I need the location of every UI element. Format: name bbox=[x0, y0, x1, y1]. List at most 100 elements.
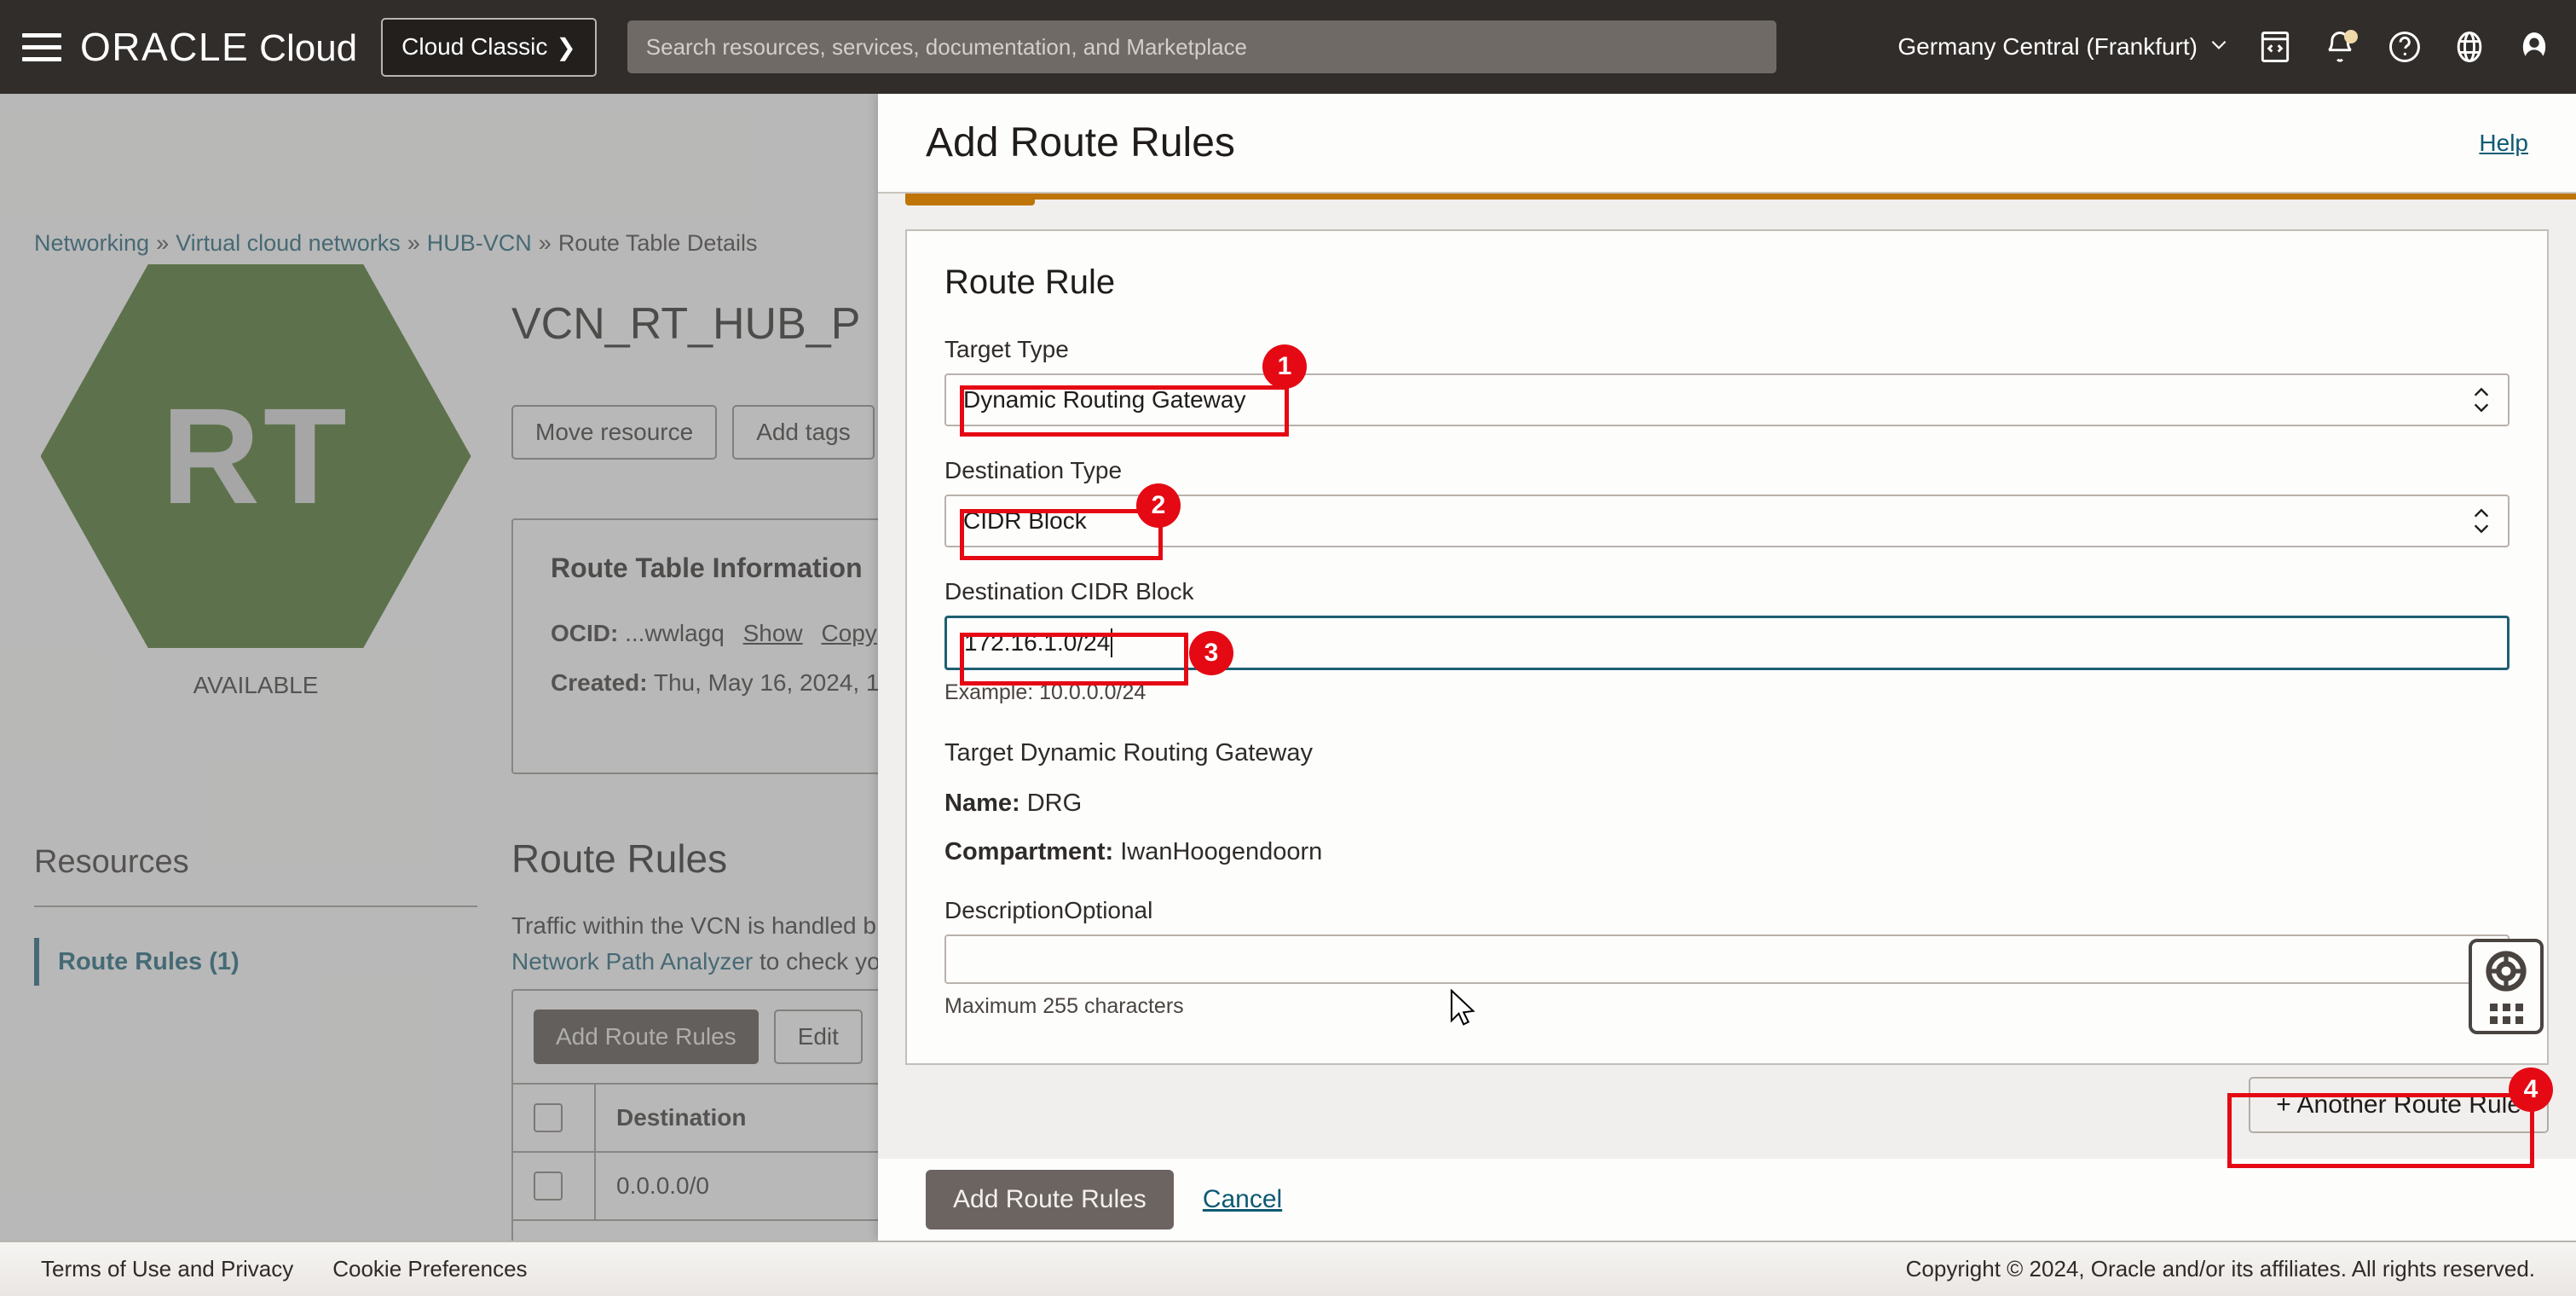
panel-footer: Add Route Rules Cancel bbox=[878, 1159, 2576, 1241]
tab-underline bbox=[905, 194, 2576, 200]
add-route-rules-panel: Add Route Rules Help Route Rule Target T… bbox=[878, 94, 2576, 1241]
description-textarea[interactable] bbox=[944, 934, 2510, 984]
created-value: Thu, May 16, 2024, 1 bbox=[654, 669, 880, 696]
network-path-analyzer-link[interactable]: Network Path Analyzer bbox=[511, 948, 753, 975]
target-type-select[interactable]: Dynamic Routing Gateway bbox=[944, 373, 2510, 426]
target-name-label: Name: bbox=[944, 790, 1020, 817]
target-compartment-label: Compartment: bbox=[944, 838, 1113, 865]
target-compartment-value: IwanHoogendoorn bbox=[1120, 838, 1322, 865]
active-tab-indicator bbox=[905, 194, 1035, 205]
submit-add-route-rules-button[interactable]: Add Route Rules bbox=[926, 1170, 1174, 1229]
another-route-rule-button[interactable]: + Another Route Rule bbox=[2249, 1077, 2549, 1133]
description-helper: Maximum 255 characters bbox=[944, 994, 2510, 1019]
target-type-label: Target Type bbox=[944, 336, 2510, 363]
created-label: Created: bbox=[551, 669, 648, 696]
resources-heading: Resources bbox=[34, 844, 189, 881]
route-rules-heading: Route Rules bbox=[511, 836, 727, 882]
terms-of-use-link[interactable]: Terms of Use and Privacy bbox=[41, 1256, 293, 1282]
destination-type-label: Destination Type bbox=[944, 457, 2510, 484]
user-avatar-icon[interactable] bbox=[2515, 27, 2554, 67]
help-widget[interactable] bbox=[2469, 939, 2544, 1034]
ocid-copy-link[interactable]: Copy bbox=[821, 620, 876, 646]
destination-cidr-helper: Example: 10.0.0.0/24 bbox=[944, 680, 2510, 705]
help-circle-icon[interactable] bbox=[2385, 27, 2424, 67]
region-selector[interactable]: Germany Central (Frankfurt) bbox=[1897, 33, 2230, 61]
cloud-classic-label: Cloud Classic bbox=[401, 33, 547, 61]
text-caret bbox=[1111, 628, 1112, 657]
breadcrumb-current: Route Table Details bbox=[558, 230, 758, 256]
annotation-badge-3: 3 bbox=[1189, 631, 1233, 675]
description-label-text: Description bbox=[944, 897, 1064, 923]
add-tags-button[interactable]: Add tags bbox=[732, 405, 875, 460]
life-preserver-icon bbox=[2484, 949, 2528, 998]
chevron-right-icon: ❯ bbox=[556, 33, 575, 61]
breadcrumb: Networking » Virtual cloud networks » HUB-VC… bbox=[34, 230, 757, 257]
sidebar-item-route-rules[interactable]: Route Rules (1) bbox=[34, 938, 240, 986]
another-rule-bar: + Another Route Rule bbox=[905, 1072, 2549, 1138]
target-type-value: Dynamic Routing Gateway bbox=[963, 386, 1245, 414]
cookie-preferences-link[interactable]: Cookie Preferences bbox=[332, 1256, 527, 1282]
annotation-badge-1: 1 bbox=[1262, 344, 1307, 389]
target-info-block: Target Dynamic Routing Gateway Name: DRG… bbox=[944, 739, 2510, 866]
brand-oracle-text: ORACLE bbox=[80, 24, 249, 70]
annotation-badge-2: 2 bbox=[1136, 483, 1181, 528]
search-input[interactable] bbox=[646, 34, 1758, 61]
breadcrumb-item-vcns[interactable]: Virtual cloud networks bbox=[176, 230, 401, 256]
app-root: ORACLE Cloud Cloud Classic ❯ Germany Cen… bbox=[0, 0, 2576, 1296]
route-rules-desc-part2: to check yo bbox=[753, 948, 880, 975]
global-search-box[interactable] bbox=[627, 20, 1776, 73]
panel-header: Add Route Rules Help bbox=[878, 94, 2576, 192]
row-checkbox[interactable] bbox=[534, 1172, 563, 1201]
bell-icon[interactable] bbox=[2320, 27, 2359, 67]
panel-body: Route Rule Target Type Dynamic Routing G… bbox=[878, 192, 2576, 1159]
breadcrumb-separator-3: » bbox=[539, 230, 552, 256]
target-type-field: Dynamic Routing Gateway bbox=[944, 373, 2510, 426]
ocid-label: OCID: bbox=[551, 620, 618, 646]
top-navigation-bar: ORACLE Cloud Cloud Classic ❯ Germany Cen… bbox=[0, 0, 2576, 94]
destination-cidr-label: Destination CIDR Block bbox=[944, 578, 2510, 605]
cloud-classic-button[interactable]: Cloud Classic ❯ bbox=[381, 18, 597, 77]
resource-status-text: AVAILABLE bbox=[34, 672, 477, 699]
ocid-value: ...wwlagq bbox=[625, 620, 725, 646]
select-all-checkbox[interactable] bbox=[534, 1103, 563, 1132]
chevron-down-icon bbox=[2208, 33, 2230, 61]
panel-help-link[interactable]: Help bbox=[2479, 130, 2528, 157]
page-title: VCN_RT_HUB_P bbox=[511, 298, 860, 350]
breadcrumb-item-networking[interactable]: Networking bbox=[34, 230, 149, 256]
target-info-heading: Target Dynamic Routing Gateway bbox=[944, 739, 2510, 767]
resources-divider bbox=[34, 905, 477, 907]
move-resource-button[interactable]: Move resource bbox=[511, 405, 717, 460]
hamburger-menu-icon[interactable] bbox=[22, 30, 61, 64]
brand-cloud-text: Cloud bbox=[259, 27, 357, 70]
description-label: DescriptionOptional bbox=[944, 897, 2510, 924]
resource-hex-badge: RT bbox=[41, 264, 471, 648]
route-rules-desc-part1: Traffic within the VCN is handled b bbox=[511, 912, 876, 939]
edit-button[interactable]: Edit bbox=[774, 1010, 863, 1064]
oracle-cloud-logo[interactable]: ORACLE Cloud bbox=[80, 24, 357, 70]
drag-dots-icon[interactable] bbox=[2490, 1004, 2523, 1024]
target-name-value: DRG bbox=[1027, 790, 1082, 817]
copyright-text: Copyright © 2024, Oracle and/or its affi… bbox=[1906, 1256, 2535, 1282]
select-all-header[interactable] bbox=[513, 1084, 595, 1152]
ocid-show-link[interactable]: Show bbox=[743, 620, 803, 646]
notification-dot bbox=[2344, 30, 2358, 43]
route-rule-card-title: Route Rule bbox=[944, 263, 2510, 302]
add-route-rules-button[interactable]: Add Route Rules bbox=[534, 1010, 759, 1064]
page-footer: Terms of Use and Privacy Cookie Preferen… bbox=[0, 1241, 2576, 1296]
resource-hex-badge-group: RT AVAILABLE bbox=[34, 264, 477, 699]
breadcrumb-item-hub-vcn[interactable]: HUB-VCN bbox=[427, 230, 532, 256]
panel-title: Add Route Rules bbox=[926, 119, 1235, 166]
destination-cidr-value: 172.16.1.0/24 bbox=[964, 629, 1110, 657]
nav-right-group: Germany Central (Frankfurt) bbox=[1897, 27, 2554, 67]
region-label: Germany Central (Frankfurt) bbox=[1897, 33, 2198, 61]
row-select-cell[interactable] bbox=[513, 1152, 595, 1219]
globe-icon[interactable] bbox=[2450, 27, 2489, 67]
route-rule-card: Route Rule Target Type Dynamic Routing G… bbox=[905, 229, 2549, 1065]
destination-cidr-input[interactable]: 172.16.1.0/24 bbox=[944, 616, 2510, 670]
annotation-badge-4: 4 bbox=[2509, 1067, 2553, 1112]
breadcrumb-separator: » bbox=[156, 230, 169, 256]
code-editor-icon[interactable] bbox=[2255, 27, 2295, 67]
target-name-row: Name: DRG bbox=[944, 790, 2510, 818]
select-updown-icon bbox=[2472, 386, 2491, 414]
cancel-link[interactable]: Cancel bbox=[1203, 1185, 1282, 1214]
